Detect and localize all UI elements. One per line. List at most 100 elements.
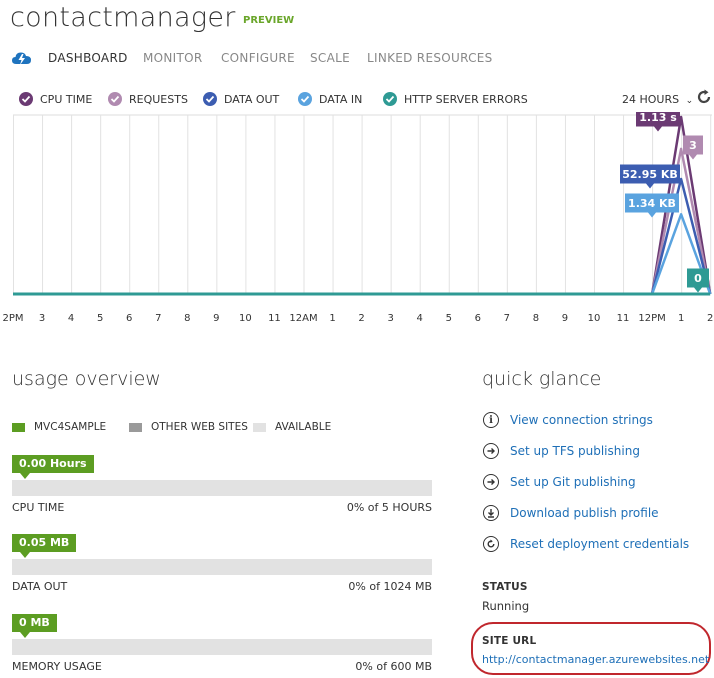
value-label-pointer xyxy=(648,212,656,218)
reset-icon xyxy=(483,536,499,552)
link-label: Download publish profile xyxy=(510,506,659,520)
tab-linked-resources[interactable]: LINKED RESOURCES xyxy=(367,51,493,65)
legend-label: CPU TIME xyxy=(40,92,93,106)
legend-http-server-errors[interactable]: HTTP SERVER ERRORS xyxy=(383,92,528,106)
checkmark-icon xyxy=(298,92,312,106)
x-tick-label: 1 xyxy=(677,313,685,324)
refresh-icon[interactable] xyxy=(695,88,713,110)
preview-badge: PREVIEW xyxy=(243,15,295,26)
link-label: Set up TFS publishing xyxy=(510,444,640,458)
legend-data-in[interactable]: DATA IN xyxy=(298,92,362,106)
x-tick-label: 2 xyxy=(358,313,365,324)
legend-label: DATA IN xyxy=(319,92,363,106)
usage-value-data-out: 0% of 1024 MB xyxy=(348,580,432,593)
link-label: Reset deployment credentials xyxy=(510,537,690,551)
value-label-pointer xyxy=(689,154,697,160)
x-tick-label: 4 xyxy=(416,313,423,324)
x-tick-label: 11 xyxy=(268,313,281,324)
metrics-chart: 1.13 s 3 52.95 KB 1.34 KB 0 xyxy=(13,112,712,296)
tab-dashboard[interactable]: DASHBOARD xyxy=(48,51,128,65)
x-tick-label: 8 xyxy=(532,313,540,324)
x-tick-label: 2PM xyxy=(2,313,24,324)
legend-label: REQUESTS xyxy=(129,92,188,106)
checkmark-icon xyxy=(19,92,33,106)
legend-cpu-time[interactable]: CPU TIME xyxy=(19,92,92,106)
usage-legend-mvc4sample: MVC4SAMPLE xyxy=(12,421,106,433)
value-label-text: 1.13 s xyxy=(639,112,677,124)
usage-label-data-out: DATA OUT xyxy=(12,580,68,593)
usage-badge-data-out: 0.05 MB xyxy=(12,534,77,552)
link-label: View connection strings xyxy=(510,413,653,427)
legend-label: HTTP SERVER ERRORS xyxy=(404,92,528,106)
site-url-link[interactable]: http://contactmanager.azurewebsites.net xyxy=(482,653,709,666)
tab-monitor[interactable]: MONITOR xyxy=(143,51,203,65)
chevron-down-icon: ⌄ xyxy=(685,96,694,106)
value-label-text: 3 xyxy=(689,139,697,152)
x-tick-label: 10 xyxy=(587,313,601,324)
value-label-cpu-time: 1.13 s xyxy=(636,112,680,132)
legend-data-out[interactable]: DATA OUT xyxy=(203,92,279,106)
status-value: Running xyxy=(482,599,530,613)
usage-badge-pointer xyxy=(20,473,30,479)
usage-label-memory-usage: MEMORY USAGE xyxy=(12,660,102,673)
usage-badge-cpu-time: 0.00 Hours xyxy=(12,455,94,473)
usage-label-cpu-time: CPU TIME xyxy=(12,501,65,514)
swatch xyxy=(253,422,266,432)
site-url-highlight-ellipse xyxy=(471,622,711,675)
checkmark-icon xyxy=(203,92,217,106)
view-connection-strings-link[interactable]: i View connection strings xyxy=(483,412,653,428)
link-label: Set up Git publishing xyxy=(510,475,636,489)
swatch xyxy=(12,422,25,432)
usage-bar-data-out xyxy=(12,559,432,575)
x-tick-label: 3 xyxy=(387,313,394,324)
usage-legend-other-web-sites: OTHER WEB SITES xyxy=(129,421,248,433)
usage-bar-cpu-time xyxy=(12,480,432,496)
download-icon xyxy=(483,505,499,521)
usage-value-memory-usage: 0% of 600 MB xyxy=(355,660,432,673)
x-tick-label: 1 xyxy=(329,313,336,324)
quick-glance-title: quick glance xyxy=(482,368,602,390)
x-tick-label: 7 xyxy=(503,313,511,324)
x-tick-label: 3 xyxy=(38,313,46,324)
page-title: contactmanager xyxy=(10,2,236,33)
usage-value-cpu-time: 0% of 5 HOURS xyxy=(346,501,432,514)
x-tick-label: 11 xyxy=(616,313,630,324)
usage-badge-memory-usage: 0 MB xyxy=(12,614,57,632)
usage-legend-label: OTHER WEB SITES xyxy=(151,421,248,433)
tab-scale[interactable]: SCALE xyxy=(310,51,350,65)
set-up-tfs-publishing-link[interactable]: Set up TFS publishing xyxy=(483,443,640,459)
usage-badge-pointer xyxy=(20,632,30,638)
usage-bar-memory-usage xyxy=(12,639,432,655)
time-range-label: 24 HOURS xyxy=(622,93,680,106)
tab-configure[interactable]: CONFIGURE xyxy=(221,51,295,65)
value-label-text: 1.34 KB xyxy=(628,197,676,210)
value-label-text: 0 xyxy=(694,272,702,285)
x-tick-label: 8 xyxy=(184,313,191,324)
x-tick-label: 9 xyxy=(213,313,220,324)
x-tick-label: 10 xyxy=(239,313,252,324)
usage-overview-title: usage overview xyxy=(12,368,161,390)
usage-badge-pointer xyxy=(20,552,30,558)
legend-label: DATA OUT xyxy=(224,92,280,106)
arrow-right-icon xyxy=(483,443,499,459)
x-tick-label: 12AM xyxy=(289,313,318,324)
info-icon: i xyxy=(483,412,499,428)
time-range-select[interactable]: 24 HOURS ⌄ xyxy=(622,93,693,106)
checkmark-icon xyxy=(383,92,397,106)
x-tick-label: 6 xyxy=(126,313,133,324)
swatch xyxy=(129,422,142,432)
value-label-http-server-errors: 0 xyxy=(687,268,709,293)
x-tick-label: 7 xyxy=(155,313,162,324)
reset-deployment-credentials-link[interactable]: Reset deployment credentials xyxy=(483,536,689,552)
usage-legend-label: MVC4SAMPLE xyxy=(34,421,107,433)
site-url-label: SITE URL xyxy=(482,635,537,647)
x-tick-label: 2 xyxy=(707,313,714,324)
legend-requests[interactable]: REQUESTS xyxy=(108,92,188,106)
download-publish-profile-link[interactable]: Download publish profile xyxy=(483,505,659,521)
x-tick-label: 4 xyxy=(67,313,75,324)
x-tick-label: 5 xyxy=(445,313,452,324)
set-up-git-publishing-link[interactable]: Set up Git publishing xyxy=(483,474,636,490)
x-tick-label: 5 xyxy=(96,313,104,324)
usage-legend-label: AVAILABLE xyxy=(275,421,332,433)
chart-grid xyxy=(13,114,712,294)
